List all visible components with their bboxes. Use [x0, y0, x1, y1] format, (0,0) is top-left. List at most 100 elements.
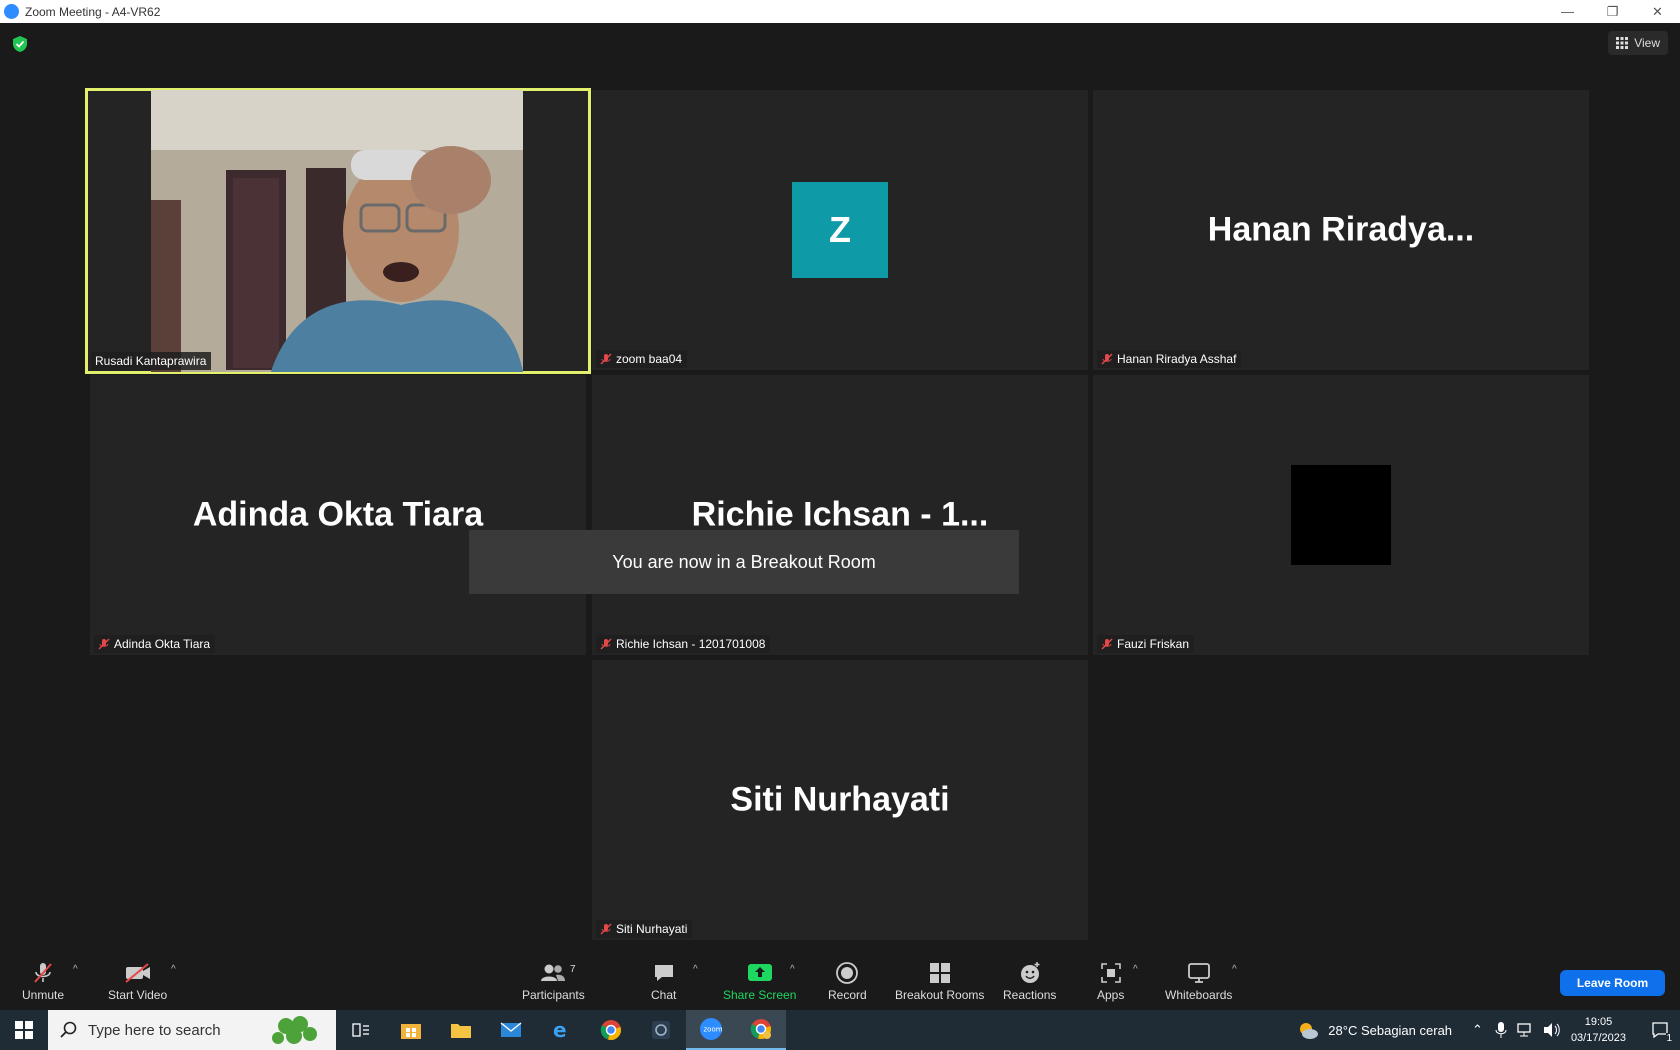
meeting-toolbar: Unmute ^ Start Video ^ Participants 7 Ch…	[0, 950, 1680, 1010]
system-tray: 28°C Sebagian cerah ⌃ 19:05 03/17/2023 1	[1296, 1010, 1680, 1050]
video-tile-rusadi[interactable]: Rusadi Kantaprawira	[85, 88, 591, 374]
chat-button[interactable]: Chat	[651, 960, 676, 1002]
internet-explorer-icon[interactable]: e	[536, 1010, 586, 1050]
participant-name: Fauzi Friskan	[1117, 637, 1190, 651]
participant-name-tag: Richie Ichsan - 1201701008	[596, 635, 771, 653]
view-button[interactable]: View	[1608, 31, 1668, 55]
grid-icon	[1616, 37, 1629, 49]
participant-name-tag: Rusadi Kantaprawira	[91, 352, 212, 370]
audio-options-caret[interactable]: ^	[73, 964, 78, 975]
mic-muted-icon	[34, 963, 52, 983]
record-button[interactable]: Record	[828, 960, 867, 1002]
participant-name: Adinda Okta Tiara	[114, 637, 211, 651]
whiteboards-button[interactable]: Whiteboards	[1165, 960, 1232, 1002]
share-options-caret[interactable]: ^	[790, 964, 795, 975]
record-icon	[836, 962, 859, 984]
restore-button[interactable]: ❐	[1590, 0, 1635, 23]
participant-display-name: Hanan Riradya...	[1207, 210, 1475, 249]
video-placeholder	[1291, 465, 1391, 565]
start-video-button[interactable]: Start Video	[108, 960, 167, 1002]
mic-muted-icon	[1101, 353, 1113, 365]
windows-logo-icon	[15, 1021, 33, 1039]
breakout-rooms-label: Breakout Rooms	[895, 988, 985, 1002]
search-icon	[60, 1021, 77, 1038]
start-video-label: Start Video	[108, 988, 168, 1002]
security-shield-icon[interactable]	[12, 35, 28, 53]
chat-icon	[654, 965, 673, 981]
minimize-button[interactable]: —	[1545, 0, 1590, 23]
apps-options-caret[interactable]: ^	[1133, 964, 1138, 975]
breakout-rooms-icon	[929, 963, 950, 983]
video-tile-richie[interactable]: Richie Ichsan - 1... Richie Ichsan - 120…	[592, 375, 1088, 655]
video-tile-adinda[interactable]: Adinda Okta Tiara Adinda Okta Tiara	[90, 375, 586, 655]
mic-muted-icon	[98, 638, 110, 650]
mic-muted-icon	[600, 923, 612, 935]
taskbar-search[interactable]: Type here to search	[48, 1010, 336, 1050]
participant-display-name: Adinda Okta Tiara	[192, 495, 484, 534]
svg-text:zoom: zoom	[704, 1026, 723, 1034]
notification-center-button[interactable]: 1	[1640, 1010, 1680, 1050]
show-hidden-icons-icon[interactable]: ⌃	[1472, 1022, 1483, 1038]
start-button[interactable]	[0, 1010, 48, 1050]
video-off-icon	[124, 963, 150, 983]
clock-date: 03/17/2023	[1570, 1032, 1626, 1044]
reactions-label: Reactions	[1003, 988, 1057, 1002]
chrome-icon[interactable]	[586, 1010, 636, 1050]
participant-display-name: Siti Nurhayati	[730, 780, 950, 819]
participant-name-tag: Adinda Okta Tiara	[94, 635, 216, 653]
close-button[interactable]: ✕	[1635, 0, 1680, 23]
volume-icon[interactable]	[1543, 1022, 1561, 1038]
chat-options-caret[interactable]: ^	[693, 964, 698, 975]
windows-taskbar: Type here to search e zoom 28°C Sebagian…	[0, 1010, 1680, 1050]
participant-name-tag: Hanan Riradya Asshaf	[1097, 350, 1242, 368]
search-placeholder: Type here to search	[88, 1021, 221, 1039]
zoom-logo-icon	[4, 4, 19, 19]
participants-icon	[541, 964, 566, 981]
video-options-caret[interactable]: ^	[171, 964, 176, 975]
camera-app-icon[interactable]	[636, 1010, 686, 1050]
breakout-rooms-button[interactable]: Breakout Rooms	[895, 960, 984, 1002]
taskbar-clock[interactable]: 19:05 03/17/2023	[1571, 1014, 1626, 1046]
participant-name-tag: zoom baa04	[596, 350, 688, 368]
window-title: Zoom Meeting - A4-VR62	[25, 4, 161, 19]
share-screen-button[interactable]: Share Screen	[723, 960, 796, 1002]
participant-name-tag: Fauzi Friskan	[1097, 635, 1195, 653]
unmute-button[interactable]: Unmute	[22, 960, 64, 1002]
whiteboards-options-caret[interactable]: ^	[1232, 964, 1237, 975]
participant-name-tag: Siti Nurhayati	[596, 920, 693, 938]
video-tile-siti[interactable]: Siti Nurhayati Siti Nurhayati	[592, 660, 1088, 940]
reactions-icon	[1020, 962, 1040, 983]
microphone-icon[interactable]	[1495, 1021, 1507, 1039]
task-view-icon[interactable]	[336, 1010, 386, 1050]
mic-muted-icon	[600, 353, 612, 365]
avatar: Z	[792, 182, 888, 278]
share-screen-label: Share Screen	[723, 988, 797, 1002]
mail-icon[interactable]	[486, 1010, 536, 1050]
video-tile-hanan[interactable]: Hanan Riradya... Hanan Riradya Asshaf	[1093, 90, 1589, 370]
apps-label: Apps	[1097, 988, 1125, 1002]
mic-muted-icon	[1101, 638, 1113, 650]
apps-icon	[1100, 963, 1121, 983]
mic-muted-icon	[600, 638, 612, 650]
zoom-app-icon[interactable]: zoom	[686, 1010, 736, 1050]
participant-name: Richie Ichsan - 1201701008	[616, 637, 766, 651]
participant-video	[151, 90, 523, 372]
meeting-area: View Rusadi Kantaprawira Z zoom baa04 Ha…	[0, 23, 1680, 950]
participant-name: Rusadi Kantaprawira	[95, 354, 207, 368]
file-explorer-icon[interactable]	[436, 1010, 486, 1050]
microsoft-store-icon[interactable]	[386, 1010, 436, 1050]
weather-icon[interactable]	[1296, 1020, 1320, 1040]
view-label: View	[1634, 36, 1660, 50]
leave-room-button[interactable]: Leave Room	[1560, 970, 1665, 996]
chrome-profile-icon[interactable]	[736, 1010, 786, 1050]
participants-label: Participants	[522, 988, 585, 1002]
weather-text[interactable]: 28°C Sebagian cerah	[1328, 1023, 1452, 1038]
unmute-label: Unmute	[22, 988, 65, 1002]
whiteboard-icon	[1187, 963, 1210, 983]
apps-button[interactable]: Apps	[1097, 960, 1124, 1002]
network-icon[interactable]	[1517, 1022, 1535, 1038]
video-tile-fauzi[interactable]: Fauzi Friskan	[1093, 375, 1589, 655]
reactions-button[interactable]: Reactions	[1003, 960, 1056, 1002]
video-tile-zoom-baa04[interactable]: Z zoom baa04	[592, 90, 1088, 370]
clover-decoration-icon	[272, 1016, 317, 1044]
